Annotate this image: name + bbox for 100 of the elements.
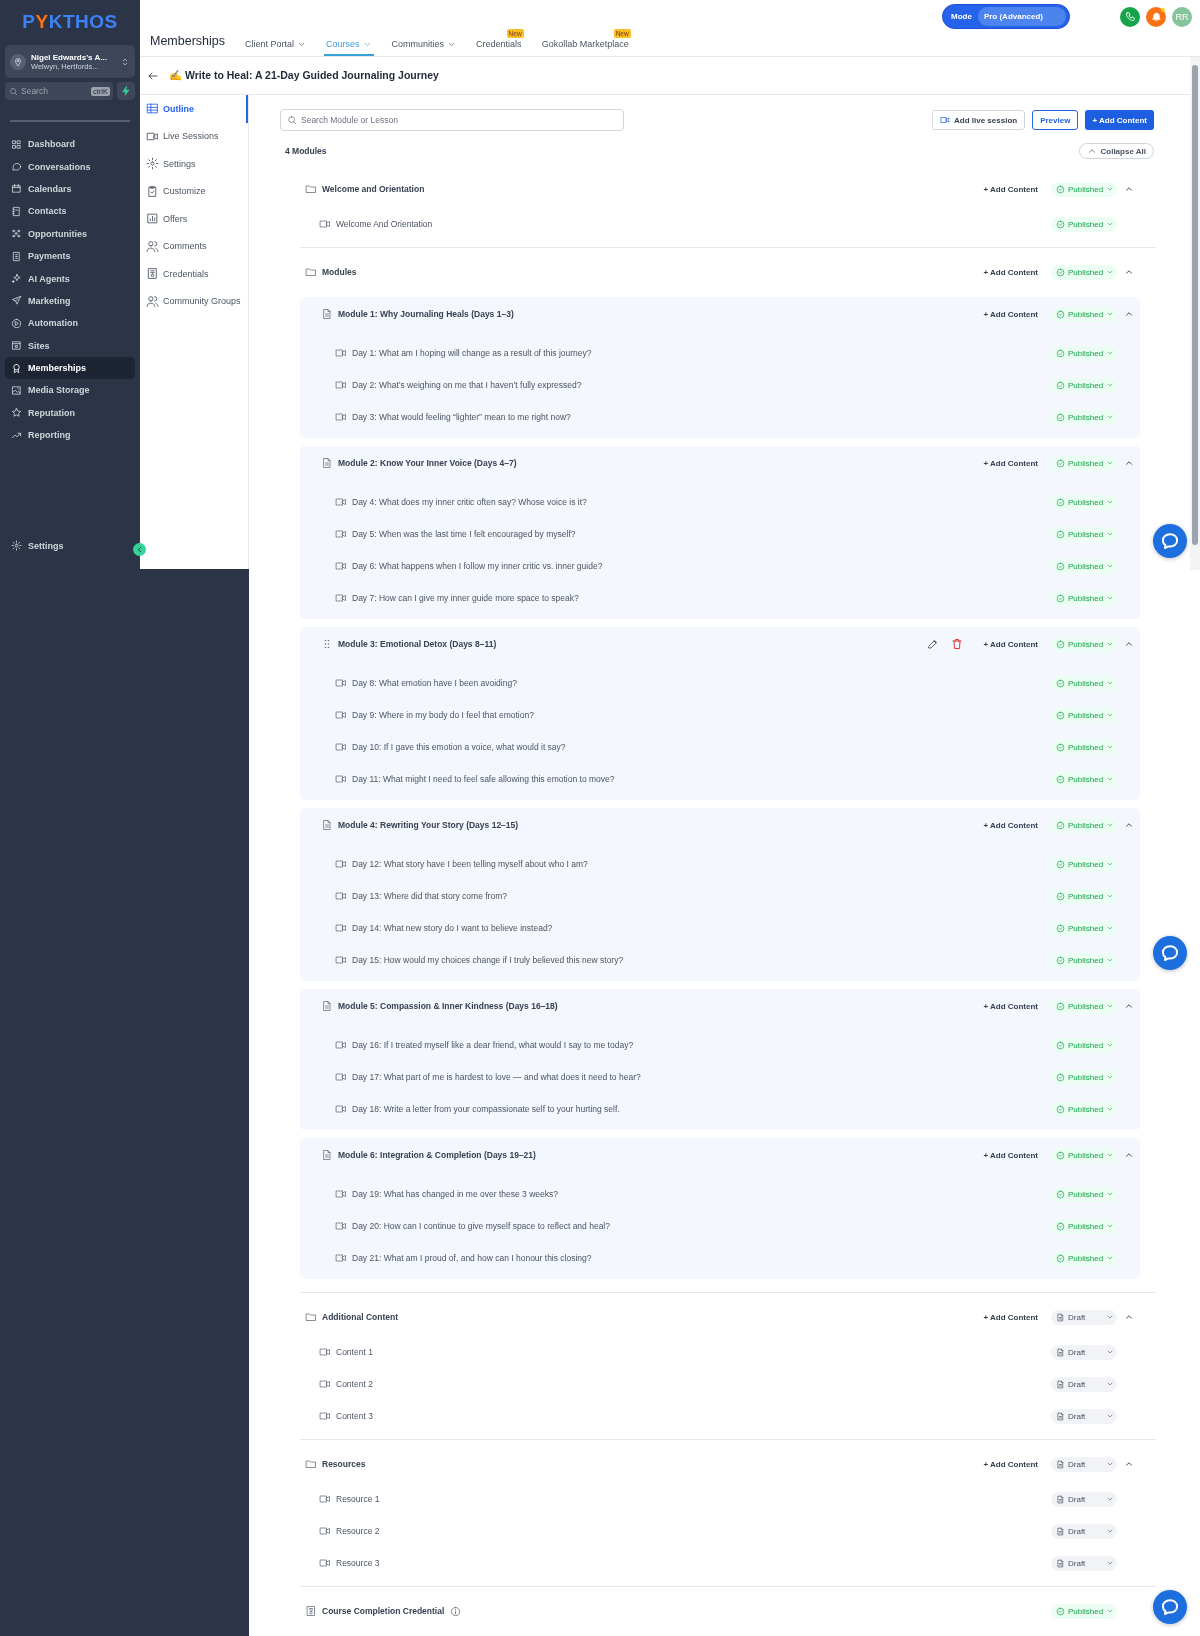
info-icon[interactable] xyxy=(450,1605,462,1617)
lesson-title[interactable]: Day 5: When was the last time I felt encouraged by myself? xyxy=(352,529,576,539)
status-dropdown[interactable]: Draft xyxy=(1051,1456,1117,1472)
course-menu-item[interactable]: Offers xyxy=(140,205,248,233)
course-menu-item[interactable]: Community Groups xyxy=(140,287,248,315)
nav-item[interactable]: Reporting xyxy=(5,424,135,447)
chevron-up-icon[interactable] xyxy=(1123,1459,1134,1469)
lesson-title[interactable]: Day 13: Where did that story come from? xyxy=(352,891,507,901)
lesson-title[interactable]: Resource 2 xyxy=(336,1526,380,1536)
lesson-title[interactable]: Content 2 xyxy=(336,1379,373,1389)
add-content-button[interactable]: + Add Content xyxy=(983,458,1038,468)
lesson-title[interactable]: Day 12: What story have I been telling myself about who I am? xyxy=(352,859,588,869)
lesson-title[interactable]: Resource 1 xyxy=(336,1494,380,1504)
lesson-title[interactable]: Day 6: What happens when I follow my inner critic vs. inner guide? xyxy=(352,561,603,571)
lesson-title[interactable]: Day 14: What new story do I want to believe instead? xyxy=(352,923,553,933)
lesson-title[interactable]: Day 9: Where in my body do I feel that emotion? xyxy=(352,710,534,720)
nav-item[interactable]: Memberships xyxy=(5,356,135,380)
status-dropdown[interactable]: Draft xyxy=(1051,1491,1117,1507)
lesson-title[interactable]: Day 21: What am I proud of, and how can I honour this closing? xyxy=(352,1253,592,1263)
chevron-up-icon[interactable] xyxy=(1123,1150,1134,1160)
edit-icon[interactable] xyxy=(927,638,940,650)
caret-icon xyxy=(1106,1105,1114,1113)
add-live-session-button[interactable]: Add live session xyxy=(932,110,1026,130)
lesson-title[interactable]: Day 11: What might I need to feel safe allowing this emotion to move? xyxy=(352,774,615,784)
delete-icon[interactable] xyxy=(951,638,964,650)
lesson-title[interactable]: Day 8: What emotion have I been avoiding? xyxy=(352,678,517,688)
calendar-icon xyxy=(11,183,22,195)
search-field[interactable]: Search Module or Lesson xyxy=(280,109,624,131)
nav-item[interactable]: Payments xyxy=(5,244,135,268)
chevron-up-icon[interactable] xyxy=(1123,184,1134,194)
lesson-title[interactable]: Day 7: How can I give my inner guide more space to speak? xyxy=(352,593,579,603)
notifications-button[interactable] xyxy=(1146,6,1166,27)
chevron-up-icon[interactable] xyxy=(1123,639,1134,649)
video-camera-icon xyxy=(335,560,347,572)
chevron-up-icon[interactable] xyxy=(1123,267,1134,277)
logo: PYKTHOS xyxy=(22,10,118,34)
nav-item[interactable]: Marketing xyxy=(5,289,135,313)
add-content-button[interactable]: + Add Content xyxy=(983,820,1038,830)
nav-item[interactable]: Sites xyxy=(5,334,135,357)
add-content-button[interactable]: + Add Content xyxy=(983,1459,1038,1469)
lesson-title[interactable]: Day 3: What would feeling “lighter” mean to me right now? xyxy=(352,412,571,422)
chevron-up-icon[interactable] xyxy=(1123,458,1134,468)
course-menu-item[interactable]: Settings xyxy=(140,150,248,178)
preview-button[interactable]: Preview xyxy=(1032,110,1079,130)
add-content-button[interactable]: + Add Content xyxy=(983,184,1038,194)
nav-item[interactable]: Media Storage xyxy=(5,379,135,402)
caret-icon xyxy=(1106,1460,1114,1468)
nav-item[interactable]: Reputation xyxy=(5,401,135,425)
chevron-up-icon[interactable] xyxy=(1123,309,1134,319)
add-content-button[interactable]: + Add Content xyxy=(983,1150,1038,1160)
add-content-button[interactable]: + Add Content xyxy=(983,1001,1038,1011)
nav-item[interactable]: Dashboard xyxy=(5,133,135,156)
nav-item[interactable]: Opportunities xyxy=(5,222,135,245)
lesson-title[interactable]: Day 17: What part of me is hardest to love — and what does it need to hear? xyxy=(352,1072,641,1082)
course-menu-item[interactable]: Credentials xyxy=(140,260,248,288)
settings-nav-item[interactable]: Settings xyxy=(5,534,135,557)
lesson-title[interactable]: Day 20: How can I continue to give myself space to reflect and heal? xyxy=(352,1221,610,1231)
course-menu-item[interactable]: Comments xyxy=(140,232,248,260)
nav-tab[interactable]: Communities xyxy=(389,34,459,56)
quick-action-button[interactable] xyxy=(117,82,135,100)
lesson-title[interactable]: Day 10: If I gave this emotion a voice, what would it say? xyxy=(352,742,566,752)
lesson-title[interactable]: Resource 3 xyxy=(336,1558,380,1568)
status-dropdown[interactable]: Draft xyxy=(1051,1309,1117,1325)
lesson-title[interactable]: Content 3 xyxy=(336,1411,373,1421)
nav-item[interactable]: Conversations xyxy=(5,155,135,178)
chevron-up-icon[interactable] xyxy=(1123,820,1134,830)
chevron-up-icon[interactable] xyxy=(1123,1001,1134,1011)
status-dropdown[interactable]: Draft xyxy=(1051,1408,1117,1424)
lesson-title[interactable]: Day 19: What has changed in me over these 3 weeks? xyxy=(352,1189,558,1199)
video-camera-icon xyxy=(335,1252,347,1264)
add-content-button[interactable]: + Add Content xyxy=(983,309,1038,319)
nav-item[interactable]: Automation xyxy=(5,312,135,335)
lesson-title[interactable]: Day 1: What am I hoping will change as a result of this journey? xyxy=(352,348,592,358)
nav-item[interactable]: AI Agents xyxy=(5,267,135,290)
status-dropdown[interactable]: Draft xyxy=(1051,1523,1117,1539)
status-dropdown[interactable]: Draft xyxy=(1051,1555,1117,1571)
lesson-title[interactable]: Day 18: Write a letter from your compassionate self to your hurting self. xyxy=(352,1104,620,1114)
add-content-button[interactable]: + Add Content xyxy=(983,639,1038,649)
nav-item[interactable]: Contacts xyxy=(5,200,135,223)
chevron-up-icon[interactable] xyxy=(1123,1312,1134,1322)
lesson-title[interactable]: Day 16: If I treated myself like a dear friend, what would I say to me today? xyxy=(352,1040,634,1050)
lesson-title[interactable]: Content 1 xyxy=(336,1347,373,1357)
nav-item[interactable]: Calendars xyxy=(5,177,135,201)
grid-icon xyxy=(11,138,22,150)
add-content-button[interactable]: + Add Content xyxy=(1085,110,1154,130)
lesson-title[interactable]: Day 2: What’s weighing on me that I haven’t fully expressed? xyxy=(352,380,582,390)
add-content-button[interactable]: + Add Content xyxy=(983,267,1038,277)
status-dropdown[interactable]: Draft xyxy=(1051,1376,1117,1392)
lesson-title[interactable]: Welcome And Orientation xyxy=(336,219,433,229)
lesson-title[interactable]: Day 4: What does my inner critic often say? Whose voice is it? xyxy=(352,497,587,507)
caret-icon xyxy=(1106,1222,1114,1230)
add-content-button[interactable]: + Add Content xyxy=(983,1312,1038,1322)
lesson-title[interactable]: Day 15: How would my choices change if I truly believed this new story? xyxy=(352,955,624,965)
course-menu-item[interactable]: Live Sessions xyxy=(140,122,248,150)
nav-tab[interactable]: Client Portal xyxy=(243,34,309,56)
mode-selector[interactable]: Mode Pro (Advanced) xyxy=(942,4,1070,29)
status-dropdown[interactable]: Draft xyxy=(1051,1344,1117,1360)
scrollbar[interactable] xyxy=(1190,57,1200,570)
course-menu-item[interactable]: Customize xyxy=(140,177,248,205)
phone-button[interactable] xyxy=(1120,6,1140,27)
